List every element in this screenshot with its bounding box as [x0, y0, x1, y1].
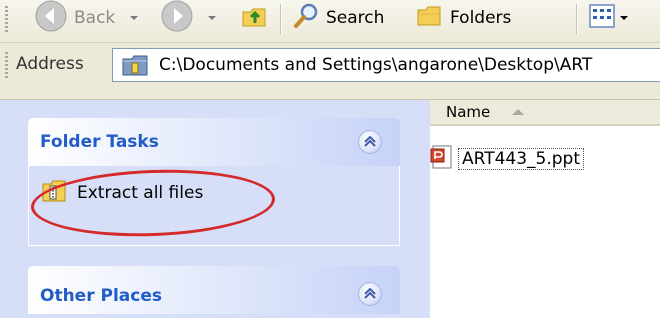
views-icon — [588, 2, 616, 34]
chevron-down-icon[interactable] — [208, 16, 216, 20]
folders-icon — [414, 1, 444, 35]
search-button[interactable]: Search — [292, 0, 384, 36]
collapse-button[interactable] — [358, 282, 382, 306]
chevron-up-double-icon — [364, 287, 376, 299]
toolbar-separator — [576, 4, 577, 34]
folder-tasks-header[interactable]: Folder Tasks — [28, 118, 400, 166]
forward-button[interactable] — [160, 0, 216, 37]
back-button[interactable]: Back — [34, 0, 138, 37]
address-label: Address — [16, 54, 84, 74]
other-places-header[interactable]: Other Places — [28, 266, 400, 314]
powerpoint-file-icon — [430, 144, 456, 174]
forward-arrow-icon — [160, 0, 194, 37]
chevron-down-icon[interactable] — [130, 16, 138, 20]
address-grip[interactable] — [5, 52, 8, 80]
up-folder-button[interactable] — [240, 0, 270, 36]
explorer-window: Back Search Folders Address C:\Documents… — [0, 0, 660, 318]
folder-tasks-title: Folder Tasks — [40, 132, 159, 152]
collapse-button[interactable] — [358, 130, 382, 154]
standard-toolbar: Back Search Folders — [0, 0, 660, 43]
file-row[interactable]: ART443_5.ppt — [430, 144, 585, 174]
toolbar-grip[interactable] — [5, 6, 8, 34]
back-label: Back — [74, 8, 116, 28]
folder-zip-icon — [121, 51, 151, 83]
address-bar: Address C:\Documents and Settings\angaro… — [0, 43, 660, 100]
file-name: ART443_5.ppt — [458, 148, 585, 170]
toolbar-separator — [280, 4, 281, 34]
address-input[interactable]: C:\Documents and Settings\angarone\Deskt… — [112, 48, 660, 82]
name-column-label: Name — [446, 103, 491, 121]
folders-button[interactable]: Folders — [414, 0, 511, 36]
sort-ascending-icon — [512, 109, 524, 115]
up-folder-icon — [240, 1, 270, 35]
file-list-pane: Name ART443_5.ppt — [430, 100, 660, 318]
chevron-down-icon[interactable] — [620, 16, 628, 20]
search-label: Search — [326, 8, 385, 28]
chevron-up-double-icon — [364, 135, 376, 147]
views-button[interactable] — [588, 0, 628, 36]
address-path: C:\Documents and Settings\angarone\Deskt… — [159, 55, 593, 75]
other-places-title: Other Places — [40, 286, 162, 306]
back-arrow-icon — [34, 0, 68, 37]
search-magnifier-icon — [292, 1, 322, 35]
folders-label: Folders — [450, 8, 512, 28]
name-column-header[interactable]: Name — [430, 100, 660, 126]
